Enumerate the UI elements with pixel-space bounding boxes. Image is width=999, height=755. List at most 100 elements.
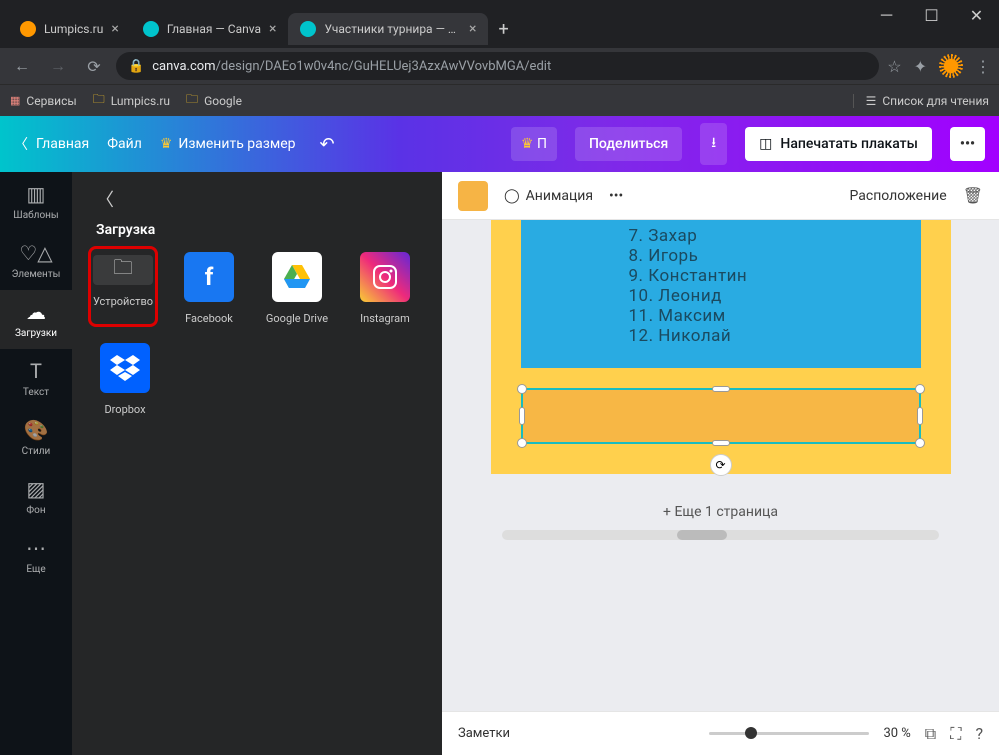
close-icon[interactable]: × xyxy=(269,21,276,37)
apps-icon: ▦ xyxy=(10,94,20,107)
bookmark-google[interactable]: 🗀Google xyxy=(186,90,242,111)
window-minimize[interactable]: ─ xyxy=(864,0,909,30)
fullscreen-icon[interactable]: ⛶ xyxy=(950,724,961,744)
tab-canva-poster[interactable]: Участники турнира — Плакат × xyxy=(288,13,488,45)
url-input[interactable]: 🔒 canva.com/design/DAEo1w0v4nc/GuHELUej3… xyxy=(116,52,879,80)
zoom-value: 30 % xyxy=(883,726,910,741)
list-item: 10. Леонид xyxy=(541,286,901,306)
list-item: 7. Захар xyxy=(541,226,901,246)
sidebar-uploads[interactable]: ☁Загрузки xyxy=(0,290,72,349)
panel-title: Загрузка xyxy=(72,172,442,252)
undo-button[interactable]: ↶ xyxy=(320,134,335,155)
reload-button[interactable]: ⟳ xyxy=(80,57,108,76)
source-instagram[interactable]: Instagram xyxy=(350,252,420,325)
favicon-icon xyxy=(143,21,159,37)
close-icon[interactable]: × xyxy=(469,21,476,37)
rotate-handle[interactable]: ⟳ xyxy=(710,454,732,476)
download-button[interactable]: ⭳ xyxy=(700,123,727,165)
resize-handle[interactable] xyxy=(915,384,925,394)
sidebar-more[interactable]: ⋯Еще xyxy=(0,526,72,585)
side-nav: ▥Шаблоны ♡△Элементы ☁Загрузки TТекст 🎨Ст… xyxy=(0,172,72,755)
zoom-slider[interactable] xyxy=(709,732,869,735)
dots-icon: ⋯ xyxy=(26,536,46,560)
sidebar-styles[interactable]: 🎨Стили xyxy=(0,408,72,467)
source-device[interactable]: 🗀 Устройство xyxy=(88,246,158,327)
canva-toolbar: 〈Главная Файл ♛Изменить размер ↶ ♛ П Под… xyxy=(0,116,999,172)
resize-handle[interactable] xyxy=(915,438,925,448)
menu-icon[interactable]: ⋮ xyxy=(975,57,991,76)
crown-icon: ♛ xyxy=(160,136,173,152)
fill-color[interactable] xyxy=(458,181,488,211)
lock-icon: 🔒 xyxy=(128,59,144,74)
elements-icon: ♡△ xyxy=(19,241,52,265)
help-icon[interactable]: ? xyxy=(975,724,983,743)
workspace[interactable]: 7. Захар 8. Игорь 9. Константин 10. Леон… xyxy=(442,220,999,711)
horizontal-scrollbar[interactable] xyxy=(472,530,969,544)
sidebar-background[interactable]: ▨Фон xyxy=(0,467,72,526)
more-button[interactable]: ••• xyxy=(950,127,985,161)
bookmark-lumpics[interactable]: 🗀Lumpics.ru xyxy=(93,90,170,111)
forward-button[interactable]: → xyxy=(44,56,72,76)
poster-icon: ◫ xyxy=(759,136,772,152)
sidebar-text[interactable]: TТекст xyxy=(0,349,72,408)
file-menu[interactable]: Файл xyxy=(107,136,142,152)
back-button[interactable]: ← xyxy=(8,56,36,76)
window-close[interactable]: ✕ xyxy=(954,0,999,30)
delete-button[interactable]: 🗑 xyxy=(963,186,983,205)
favicon-icon xyxy=(20,21,36,37)
more-options[interactable]: ••• xyxy=(609,188,623,204)
poster-page[interactable]: 7. Захар 8. Игорь 9. Константин 10. Леон… xyxy=(491,220,951,474)
panel-back-button[interactable]: 〈 xyxy=(96,186,114,212)
crown-icon: ♛ xyxy=(521,136,534,152)
tab-label: Участники турнира — Плакат xyxy=(324,22,461,36)
participants-box[interactable]: 7. Захар 8. Игорь 9. Константин 10. Леон… xyxy=(521,220,921,368)
animation-button[interactable]: ◯Анимация xyxy=(504,188,593,204)
source-gdrive[interactable]: Google Drive xyxy=(262,252,332,325)
source-dropbox[interactable]: Dropbox xyxy=(90,343,160,416)
position-button[interactable]: Расположение xyxy=(850,188,947,204)
star-icon[interactable]: ☆ xyxy=(887,57,901,76)
sidebar-templates[interactable]: ▥Шаблоны xyxy=(0,172,72,231)
resize-handle[interactable] xyxy=(519,407,525,425)
sidebar-elements[interactable]: ♡△Элементы xyxy=(0,231,72,290)
notes-button[interactable]: Заметки xyxy=(458,726,510,741)
dropbox-icon xyxy=(100,343,150,393)
resize-handle[interactable] xyxy=(517,438,527,448)
pages-icon[interactable]: ⧉ xyxy=(925,724,936,744)
source-facebook[interactable]: f Facebook xyxy=(174,252,244,325)
url-domain: canva.com xyxy=(152,59,215,74)
tab-lumpics[interactable]: Lumpics.ru × xyxy=(8,13,131,45)
close-icon[interactable]: × xyxy=(111,21,118,37)
publish-trunc-button[interactable]: ♛ П xyxy=(511,127,557,161)
resize-handle[interactable] xyxy=(517,384,527,394)
resize-handle[interactable] xyxy=(917,407,923,425)
extension-icon[interactable]: ✦ xyxy=(914,57,927,76)
window-maximize[interactable]: ☐ xyxy=(909,0,954,30)
print-button[interactable]: ◫Напечатать плакаты xyxy=(745,127,932,161)
home-button[interactable]: 〈Главная xyxy=(14,134,89,154)
new-tab-button[interactable]: + xyxy=(498,19,508,40)
gdrive-icon xyxy=(272,252,322,302)
share-button[interactable]: Поделиться xyxy=(575,127,682,161)
list-item: 9. Константин xyxy=(541,266,901,286)
hatch-icon: ▨ xyxy=(27,477,46,501)
profile-avatar[interactable] xyxy=(939,54,963,78)
resize-handle[interactable] xyxy=(712,440,730,446)
tab-label: Главная — Canva xyxy=(167,22,261,36)
folder-icon: 🗀 xyxy=(93,255,153,285)
cloud-icon: ☁ xyxy=(26,300,46,324)
resize-button[interactable]: ♛Изменить размер xyxy=(160,136,296,152)
favicon-icon xyxy=(300,21,316,37)
folder-icon: 🗀 xyxy=(93,90,105,111)
motion-icon: ◯ xyxy=(504,188,520,204)
add-page-button[interactable]: + Еще 1 страница xyxy=(472,474,969,530)
tab-canva-home[interactable]: Главная — Canva × xyxy=(131,13,289,45)
canvas-area: ◯Анимация ••• Расположение 🗑 7. Захар 8.… xyxy=(442,172,999,755)
bookmark-services[interactable]: ▦Сервисы xyxy=(10,94,77,108)
selected-rectangle[interactable]: ⟳ xyxy=(521,388,921,444)
resize-handle[interactable] xyxy=(712,386,730,392)
url-path: /design/DAEo1w0v4nc/GuHELUej3AzxAwVVovbM… xyxy=(216,59,552,74)
address-bar: ← → ⟳ 🔒 canva.com/design/DAEo1w0v4nc/GuH… xyxy=(0,48,999,84)
bookmarks-bar: ▦Сервисы 🗀Lumpics.ru 🗀Google ☰Список для… xyxy=(0,84,999,116)
reading-list[interactable]: ☰Список для чтения xyxy=(853,94,989,108)
